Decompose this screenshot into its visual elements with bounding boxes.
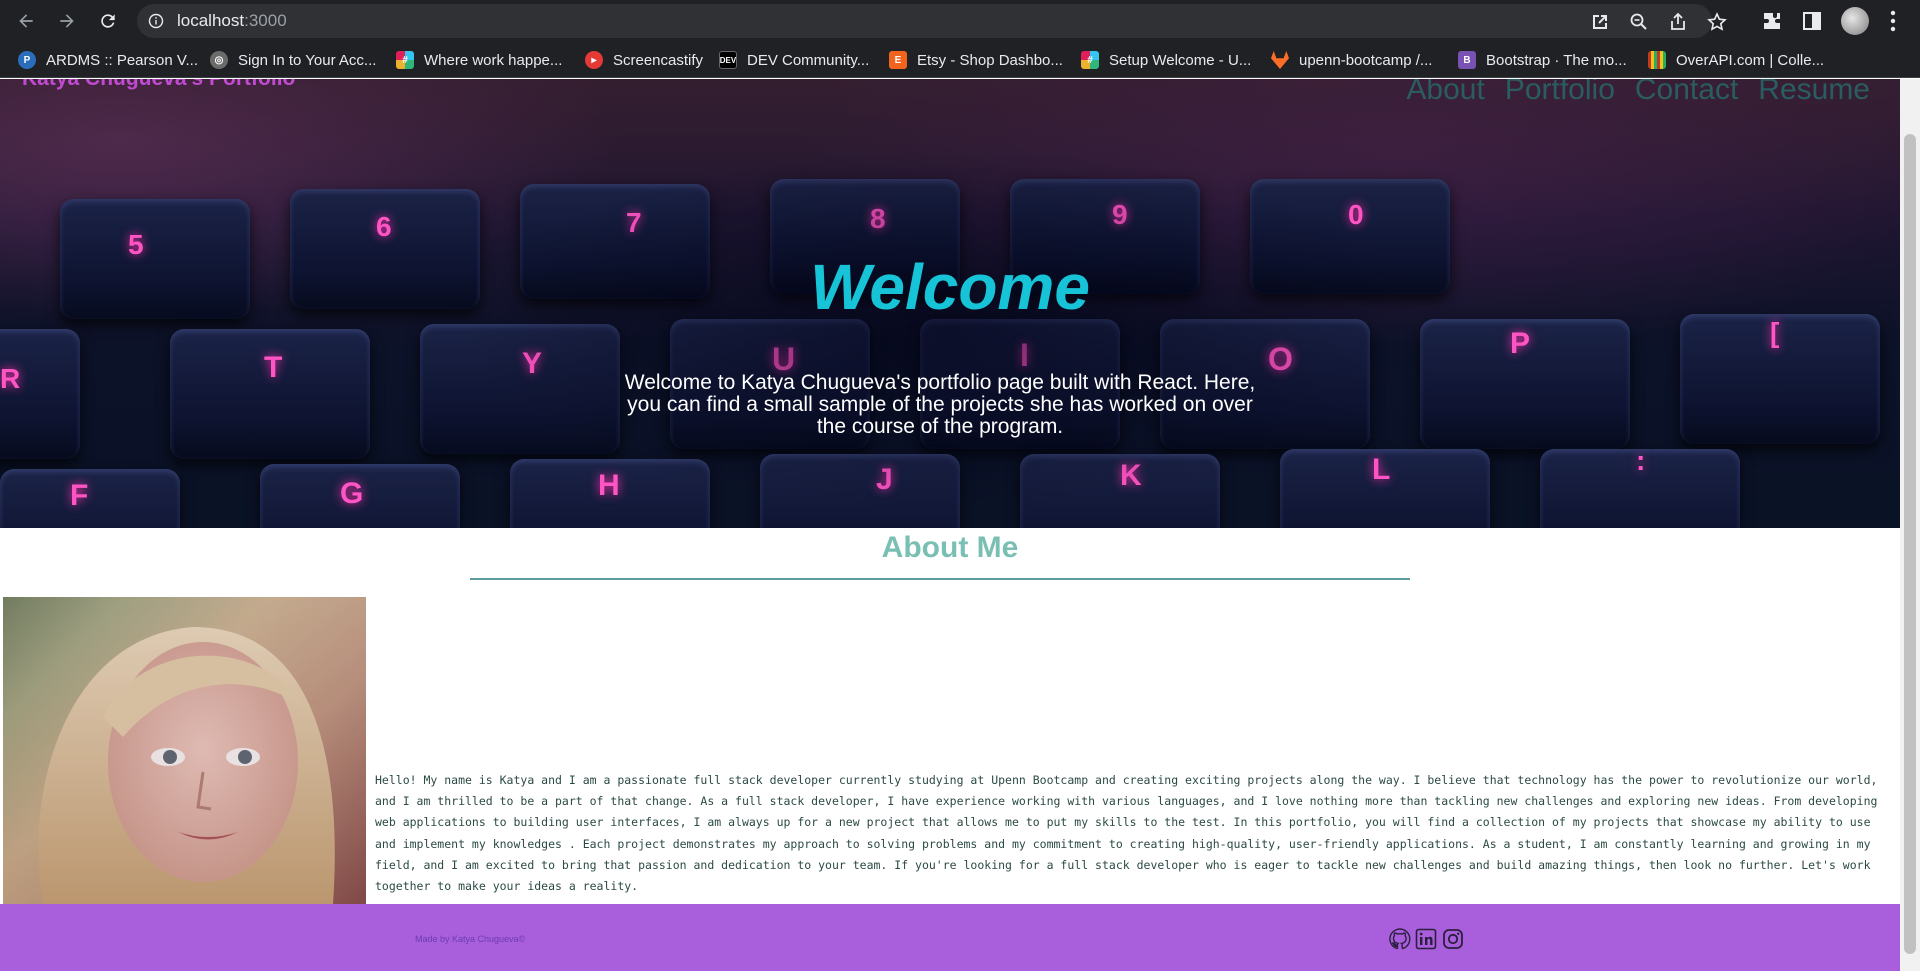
- bookmark-star-icon[interactable]: [1707, 12, 1727, 32]
- nav-link-resume[interactable]: Resume: [1758, 79, 1870, 107]
- bookmark-label: OverAPI.com | Colle...: [1676, 51, 1825, 69]
- url-host: localhost: [177, 11, 245, 30]
- overapi-icon: [1648, 51, 1666, 69]
- pearson-icon: P: [18, 51, 36, 69]
- bookmark-label: ARDMS :: Pearson V...: [46, 51, 199, 69]
- open-in-new-icon[interactable]: [1590, 12, 1610, 32]
- bookmark-item[interactable]: ▸ Screencastify: [585, 50, 703, 70]
- slack-icon: #: [1081, 51, 1099, 69]
- bookmark-item[interactable]: # Where work happe...: [396, 50, 562, 70]
- extensions-puzzle-icon[interactable]: [1761, 10, 1783, 32]
- bookmark-item[interactable]: # Setup Welcome - U...: [1081, 50, 1251, 70]
- site-title[interactable]: Katya Chugueva's Portfolio: [22, 79, 295, 91]
- forward-arrow-icon: [60, 14, 74, 28]
- nav-link-portfolio[interactable]: Portfolio: [1505, 79, 1615, 107]
- zoom-icon[interactable]: [1629, 12, 1649, 32]
- bookmark-item[interactable]: B Bootstrap · The mo...: [1458, 50, 1627, 70]
- about-text: Hello! My name is Katya and I am a passi…: [375, 773, 1878, 894]
- about-divider: [470, 578, 1410, 580]
- bookmark-label: Where work happe...: [424, 51, 563, 69]
- bookmark-label: Etsy - Shop Dashbo...: [917, 51, 1063, 69]
- reload-icon: [101, 14, 115, 28]
- info-icon[interactable]: [148, 13, 164, 29]
- profile-avatar[interactable]: [1841, 7, 1869, 35]
- page-viewport: 567890RTYUIOP[FGHJKL: Katya Chugueva's P…: [0, 79, 1900, 971]
- url-text[interactable]: localhost:3000: [177, 11, 287, 31]
- bookmark-item[interactable]: OverAPI.com | Colle...: [1648, 50, 1824, 70]
- instagram-icon[interactable]: [1441, 927, 1465, 951]
- dev-icon: DEV: [719, 51, 737, 69]
- bootstrap-icon: B: [1458, 51, 1476, 69]
- scrollbar-thumb[interactable]: [1904, 134, 1916, 954]
- back-arrow-icon: [19, 14, 33, 28]
- bookmark-item[interactable]: upenn-bootcamp /...: [1271, 50, 1432, 70]
- linkedin-icon[interactable]: [1414, 927, 1438, 951]
- footer-credit: Made by Katya Chugueva©: [415, 934, 526, 944]
- etsy-icon: E: [889, 51, 907, 69]
- forward-button[interactable]: [53, 7, 81, 35]
- bookmark-label: Screencastify: [613, 51, 704, 69]
- more-menu-icon[interactable]: [1890, 10, 1896, 32]
- bookmark-label: Bootstrap · The mo...: [1486, 51, 1627, 69]
- reload-button[interactable]: [94, 7, 122, 35]
- profile-photo: [3, 597, 366, 904]
- url-port: :3000: [244, 11, 287, 30]
- bookmark-item[interactable]: ◎ Sign In to Your Acc...: [210, 50, 376, 70]
- bookmark-item[interactable]: E Etsy - Shop Dashbo...: [889, 50, 1063, 70]
- back-button[interactable]: [12, 7, 40, 35]
- page-scrollbar[interactable]: [1900, 79, 1920, 971]
- screencastify-icon: ▸: [585, 51, 603, 69]
- side-panel-icon[interactable]: [1801, 10, 1823, 32]
- site-nav: About Portfolio Contact Resume: [1406, 79, 1870, 107]
- hero-banner: 567890RTYUIOP[FGHJKL: Katya Chugueva's P…: [0, 79, 1900, 528]
- bookmark-label: upenn-bootcamp /...: [1299, 51, 1433, 69]
- slack-icon: #: [396, 51, 414, 69]
- browser-window: localhost:3000 P ARDMS :: Pearson V... ◎ S…: [0, 0, 1920, 971]
- globe-icon: ◎: [210, 51, 228, 69]
- portrait-illustration: [3, 597, 366, 904]
- gitlab-icon: [1271, 51, 1289, 69]
- bookmark-item[interactable]: P ARDMS :: Pearson V...: [18, 50, 198, 70]
- nav-link-contact[interactable]: Contact: [1635, 79, 1738, 107]
- bookmark-label: DEV Community...: [747, 51, 870, 69]
- nav-link-about[interactable]: About: [1406, 79, 1484, 107]
- bookmarks-bar: P ARDMS :: Pearson V... ◎ Sign In to Your …: [0, 42, 1920, 78]
- welcome-heading: Welcome: [810, 251, 1090, 323]
- bookmark-label: Sign In to Your Acc...: [238, 51, 377, 69]
- address-bar[interactable]: localhost:3000: [137, 4, 1727, 38]
- welcome-text: Welcome to Katya Chugueva's portfolio pa…: [624, 371, 1256, 438]
- browser-toolbar: localhost:3000: [0, 0, 1920, 42]
- site-footer: Made by Katya Chugueva©: [0, 904, 1900, 971]
- about-heading: About Me: [881, 531, 1019, 564]
- bookmark-label: Setup Welcome - U...: [1109, 51, 1252, 69]
- share-icon[interactable]: [1668, 12, 1688, 32]
- bookmark-item[interactable]: DEV DEV Community...: [719, 50, 869, 70]
- github-icon[interactable]: [1388, 927, 1412, 951]
